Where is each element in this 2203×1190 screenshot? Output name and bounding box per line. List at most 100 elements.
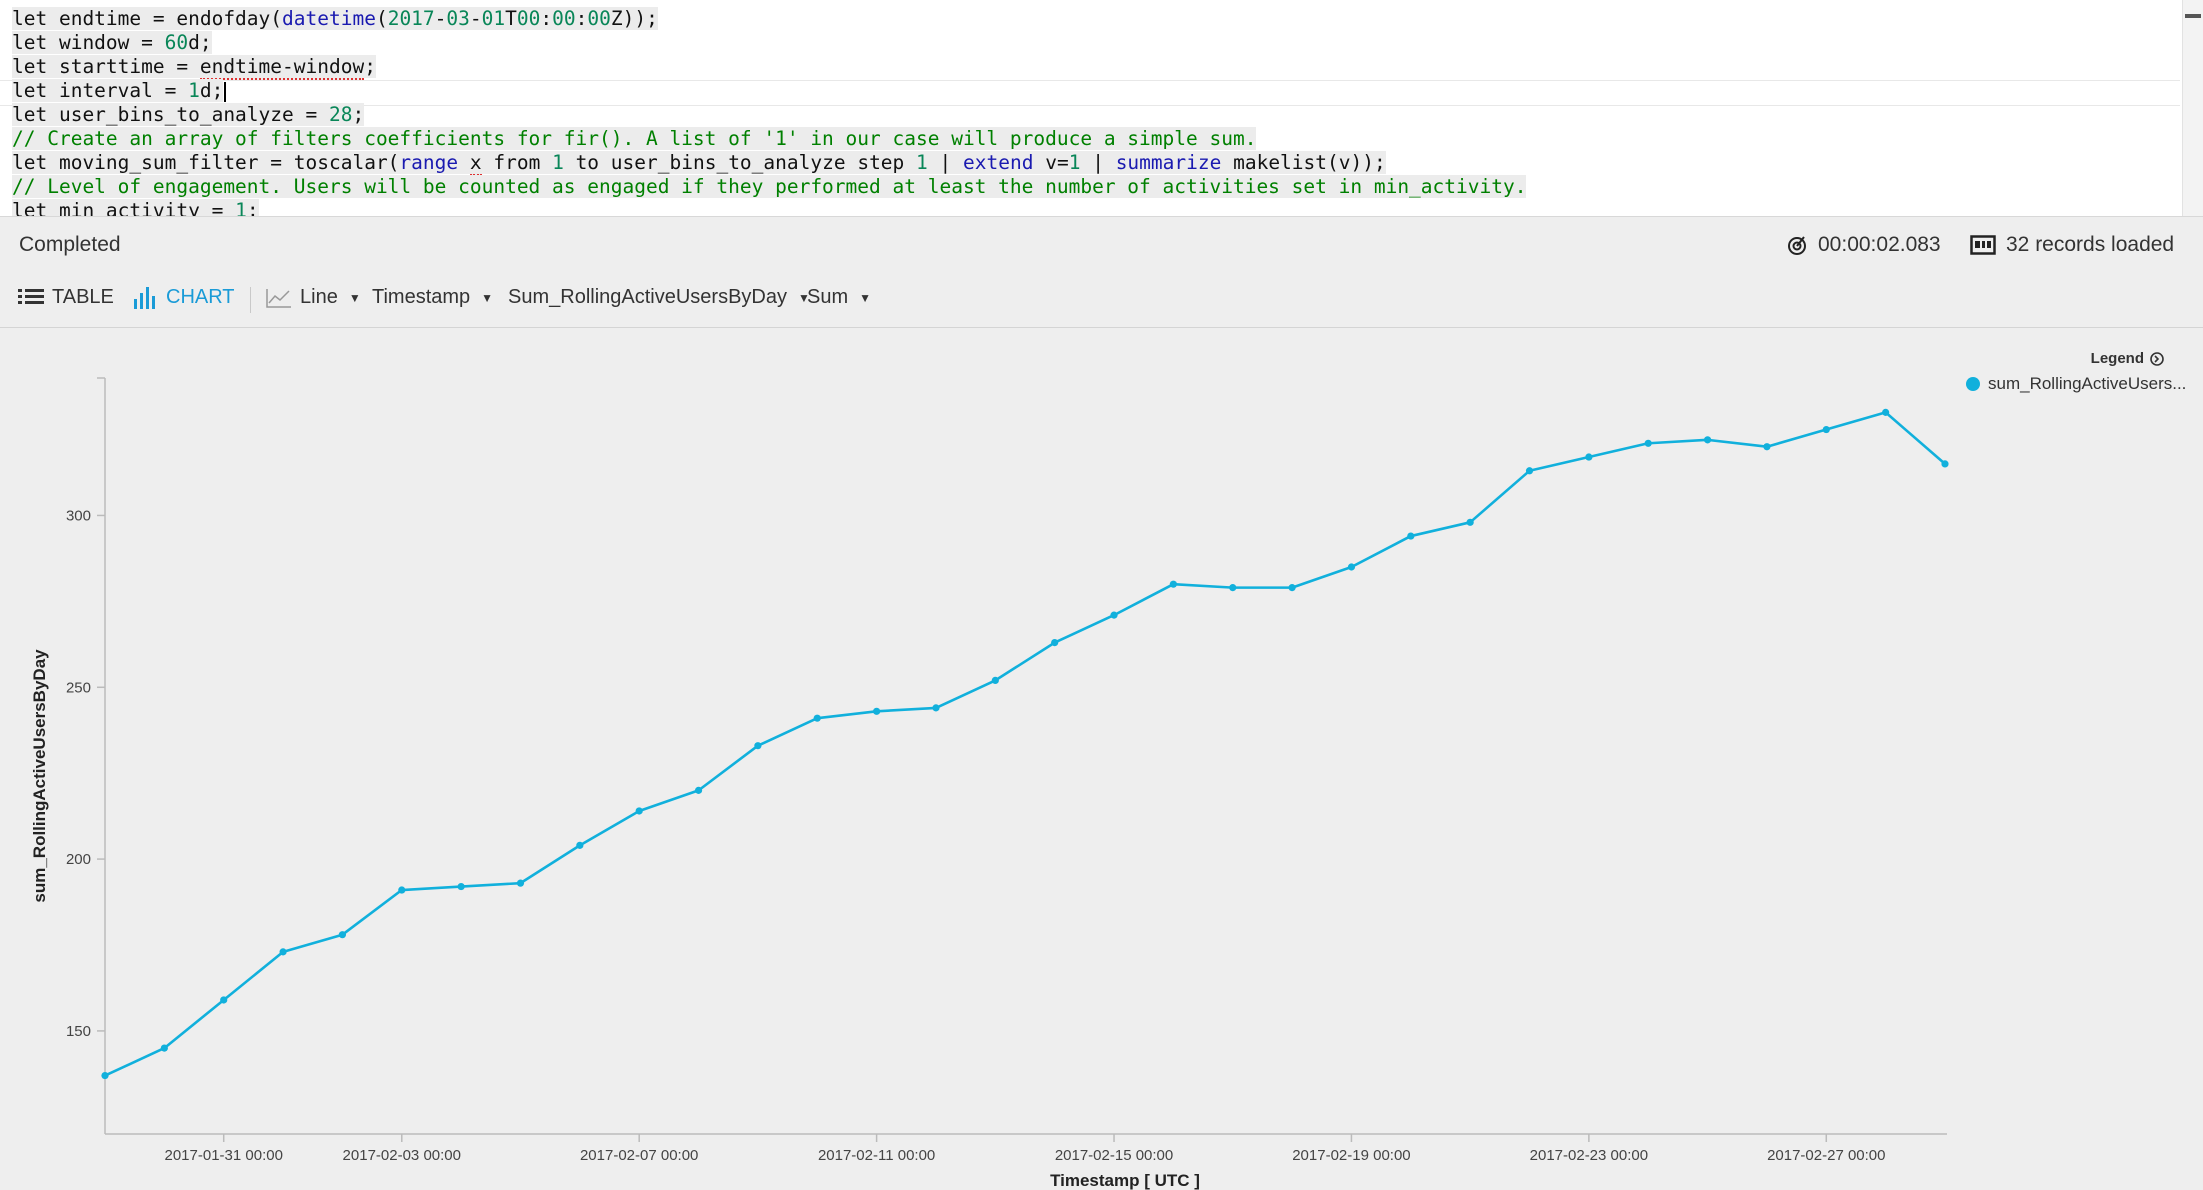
- records-count: 32 records loaded: [1970, 233, 2174, 257]
- stopwatch-icon: [1788, 236, 1806, 255]
- legend-entry[interactable]: sum_RollingActiveUsers...: [1966, 374, 2186, 394]
- code-token: x: [469, 151, 482, 176]
- y-column-dropdown[interactable]: Sum_RollingActiveUsersByDay ▼: [508, 286, 810, 309]
- code-token: let window =: [12, 31, 165, 54]
- code-token: ;: [364, 55, 376, 78]
- data-point: [932, 704, 940, 712]
- data-point: [1288, 584, 1296, 592]
- data-point: [991, 676, 999, 684]
- chevron-down-icon: ▼: [859, 290, 872, 305]
- data-point: [1882, 408, 1890, 416]
- code-token: let interval =: [12, 79, 189, 102]
- legend-title: Legend: [2090, 350, 2144, 367]
- tab-table-label: TABLE: [52, 286, 114, 308]
- code-token: ;: [246, 199, 259, 216]
- code-line: let interval = 1d;: [12, 79, 227, 103]
- code-token: let endtime = endofday(: [12, 7, 283, 30]
- table-icon: [18, 288, 44, 304]
- code-token: |: [1080, 151, 1116, 174]
- data-point: [398, 886, 406, 894]
- data-point: [1644, 439, 1652, 447]
- code-token: // Level of engagement. Users will be co…: [12, 175, 1527, 198]
- x-tick-label: 2017-01-31 00:00: [164, 1147, 282, 1164]
- code-line: let endtime = endofday(datetime(2017-03-…: [12, 7, 658, 31]
- aggregation-dropdown[interactable]: Sum ▼: [807, 286, 871, 309]
- code-token: 00: [587, 7, 611, 30]
- code-token: let user_bins_to_analyze =: [12, 103, 329, 126]
- y-tick-label: 300: [66, 507, 91, 524]
- code-token: 1: [1068, 151, 1081, 174]
- query-editor[interactable]: let endtime = endofday(datetime(2017-03-…: [0, 0, 2203, 217]
- text-caret: [224, 81, 227, 102]
- code-token: Z));: [610, 7, 658, 30]
- code-token: let starttime =: [12, 55, 200, 78]
- editor-scrollbar-thumb[interactable]: [2185, 14, 2201, 18]
- code-line: let moving_sum_filter = toscalar(range x…: [12, 151, 1386, 176]
- y-tick-label: 250: [66, 679, 91, 696]
- code-token: 28: [328, 103, 353, 126]
- legend-header[interactable]: Legend: [2091, 350, 2164, 367]
- code-line: let min_activity = 1;: [12, 199, 259, 216]
- editor-scrollbar[interactable]: [2182, 0, 2203, 216]
- line-chart: 150 200 250 300 2017-01-31 00:00 2017-02-03 0…: [30, 377, 1949, 1190]
- x-tick-label: 2017-02-19 00:00: [1292, 1147, 1410, 1164]
- code-token: summarize: [1115, 151, 1222, 174]
- code-token: to user_bins_to_analyze step: [563, 151, 917, 174]
- code-token: // Create an array of filters coefficien…: [12, 127, 1257, 150]
- x-tick-label: 2017-02-03 00:00: [343, 1147, 461, 1164]
- line-chart-icon: [266, 288, 291, 308]
- y-tick-label: 200: [66, 851, 91, 868]
- data-point: [1347, 563, 1356, 571]
- x-tick-label: 2017-02-11 00:00: [818, 1147, 935, 1164]
- code-token: 03: [446, 7, 470, 30]
- data-point: [338, 931, 347, 939]
- code-token: T: [505, 7, 517, 30]
- chevron-down-icon: ▼: [348, 290, 361, 305]
- query-status: Completed: [19, 233, 121, 256]
- results-toolbar: TABLE CHART Line ▼ Timestamp ▼ Sum_Rolli…: [0, 273, 2203, 328]
- code-token: 1: [235, 199, 247, 216]
- data-point: [694, 786, 703, 794]
- data-point: [220, 996, 228, 1004]
- data-point: [457, 882, 465, 891]
- x-column-dropdown[interactable]: Timestamp ▼: [372, 286, 493, 309]
- code-token: 00: [552, 7, 576, 30]
- execution-time-value: 00:00:02.083: [1818, 233, 1941, 256]
- data-point: [1110, 611, 1118, 619]
- tab-table[interactable]: TABLE: [18, 286, 114, 309]
- x-column-label: Timestamp: [372, 286, 471, 308]
- code-token: -: [434, 7, 447, 30]
- code-token: endtime-window: [199, 55, 365, 80]
- code-token: ;: [352, 103, 365, 126]
- code-token: 00: [516, 7, 541, 30]
- code-token: 01: [481, 7, 506, 30]
- data-point: [1407, 532, 1415, 540]
- data-point: [576, 841, 584, 849]
- data-point: [160, 1044, 168, 1052]
- code-token: 1: [552, 151, 564, 174]
- code-token: 1: [916, 151, 928, 174]
- code-token: range: [399, 151, 459, 174]
- data-point: [873, 707, 881, 715]
- code-token: d;: [188, 31, 212, 54]
- code-token: d;: [199, 79, 224, 102]
- code-token: v=: [1033, 151, 1069, 174]
- x-tick-label: 2017-02-23 00:00: [1530, 1147, 1648, 1164]
- chevron-down-icon: ▼: [481, 290, 494, 305]
- code-token: :: [575, 7, 588, 30]
- bar-chart-icon: [134, 286, 155, 309]
- code-token: (: [375, 7, 388, 30]
- results-pane: Completed 00:00:02.083 32 records loaded: [0, 217, 2203, 1190]
- y-axis-title: sum_RollingActiveUsersByDay: [30, 649, 49, 903]
- toolbar-divider: [250, 287, 251, 313]
- execution-time: 00:00:02.083: [1786, 233, 1941, 257]
- records-icon: [1970, 235, 1996, 255]
- code-token: -: [469, 7, 482, 30]
- code-token: [458, 151, 470, 174]
- data-point: [1229, 584, 1237, 592]
- code-line: let window = 60d;: [12, 31, 212, 55]
- tab-chart[interactable]: CHART: [134, 286, 235, 309]
- code-token: from: [481, 151, 553, 174]
- chart-type-dropdown[interactable]: Line ▼: [266, 286, 361, 309]
- code-token: makelist(v));: [1221, 151, 1386, 174]
